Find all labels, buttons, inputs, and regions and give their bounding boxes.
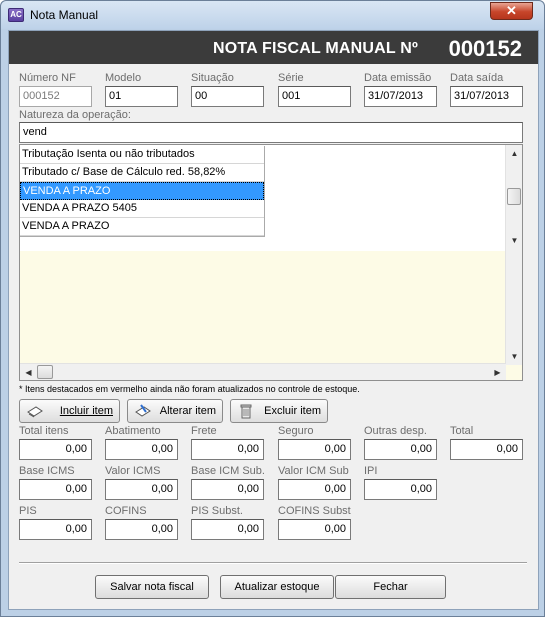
natureza-label: Natureza da operação: xyxy=(19,109,131,121)
scroll-right-icon[interactable]: ▶ xyxy=(489,364,506,381)
seguro-field[interactable]: 0,00 xyxy=(278,439,351,460)
vertical-scrollbar[interactable]: ▲ ▼ ▼ xyxy=(505,145,522,365)
frete-label: Frete xyxy=(191,425,217,437)
vertical-scroll-thumb[interactable] xyxy=(507,188,521,205)
serie-field[interactable]: 001 xyxy=(278,86,351,107)
data-saida-label: Data saída xyxy=(450,72,504,84)
pis-subst-field[interactable]: 0,00 xyxy=(191,519,264,540)
valor-icms-field[interactable]: 0,00 xyxy=(105,479,178,500)
autocomplete-item[interactable]: Tributado c/ Base de Cálculo red. 58,82% xyxy=(20,164,264,182)
autocomplete-item[interactable]: VENDA A PRAZO xyxy=(20,218,264,236)
window-title: Nota Manual xyxy=(30,8,99,22)
natureza-input[interactable]: vend xyxy=(19,122,523,143)
base-icm-sub-field[interactable]: 0,00 xyxy=(191,479,264,500)
excluir-item-label: Excluir item xyxy=(264,405,321,417)
total-field[interactable]: 0,00 xyxy=(450,439,523,460)
trash-icon xyxy=(240,404,252,419)
autocomplete-item-selected[interactable]: VENDA A PRAZO xyxy=(20,182,264,200)
scroll-down-icon[interactable]: ▼ xyxy=(506,348,523,365)
autocomplete-list[interactable]: Tributação Isenta ou não tributados Trib… xyxy=(20,146,265,237)
cofins-field[interactable]: 0,00 xyxy=(105,519,178,540)
edit-document-icon xyxy=(135,404,151,417)
header-band: NOTA FISCAL MANUAL Nº 000152 xyxy=(9,31,538,64)
items-grid[interactable]: Tributação Isenta ou não tributados Trib… xyxy=(19,144,523,381)
ipi-label: IPI xyxy=(364,465,378,477)
data-emissao-field[interactable]: 31/07/2013 xyxy=(364,86,437,107)
seguro-label: Seguro xyxy=(278,425,314,437)
frete-field[interactable]: 0,00 xyxy=(191,439,264,460)
horizontal-scrollbar[interactable]: ◀ ▶ xyxy=(20,363,506,380)
salvar-nota-fiscal-button[interactable]: Salvar nota fiscal xyxy=(95,575,209,599)
window: AC Nota Manual ✕ NOTA FISCAL MANUAL Nº 0… xyxy=(0,0,545,617)
close-button[interactable]: ✕ xyxy=(490,2,533,20)
autocomplete-item[interactable]: VENDA A PRAZO 5405 xyxy=(20,200,264,218)
pis-label: PIS xyxy=(19,505,37,517)
title-bar[interactable]: AC Nota Manual ✕ xyxy=(1,1,544,29)
modelo-label: Modelo xyxy=(105,72,142,84)
cofins-label: COFINS xyxy=(105,505,147,517)
stock-note: * Itens destacados em vermelho ainda não… xyxy=(19,384,360,394)
incluir-item-label: Incluir item xyxy=(59,405,113,417)
horizontal-scroll-thumb[interactable] xyxy=(37,365,53,379)
scroll-left-icon[interactable]: ◀ xyxy=(20,364,37,381)
incluir-item-button[interactable]: Incluir item xyxy=(19,399,120,423)
pis-field[interactable]: 0,00 xyxy=(19,519,92,540)
valor-icm-sub-field[interactable]: 0,00 xyxy=(278,479,351,500)
valor-icms-label: Valor ICMS xyxy=(105,465,161,477)
cofins-subst-field[interactable]: 0,00 xyxy=(278,519,351,540)
situacao-field[interactable]: 00 xyxy=(191,86,264,107)
footer-divider xyxy=(19,562,527,564)
autocomplete-item[interactable]: Tributação Isenta ou não tributados xyxy=(20,146,264,164)
outras-desp-label: Outras desp. xyxy=(364,425,427,437)
base-icms-label: Base ICMS xyxy=(19,465,75,477)
serie-label: Série xyxy=(278,72,304,84)
total-itens-field[interactable]: 0,00 xyxy=(19,439,92,460)
cofins-subst-label: COFINS Subst xyxy=(278,505,351,517)
base-icms-field[interactable]: 0,00 xyxy=(19,479,92,500)
window-client: NOTA FISCAL MANUAL Nº 000152 Número NF 0… xyxy=(8,30,539,610)
total-label: Total xyxy=(450,425,474,437)
data-saida-field[interactable]: 31/07/2013 xyxy=(450,86,523,107)
scroll-up-icon[interactable]: ▲ xyxy=(506,145,523,162)
numero-nf-field[interactable]: 000152 xyxy=(19,86,92,107)
alterar-item-label: Alterar item xyxy=(159,405,216,417)
outras-desp-field[interactable]: 0,00 xyxy=(364,439,437,460)
total-itens-label: Total itens xyxy=(19,425,69,437)
list-scroll-down-icon[interactable]: ▼ xyxy=(506,232,523,249)
numero-nf-label: Número NF xyxy=(19,72,76,84)
situacao-label: Situação xyxy=(191,72,234,84)
add-document-icon xyxy=(27,406,43,418)
app-icon: AC xyxy=(8,8,24,22)
modelo-field[interactable]: 01 xyxy=(105,86,178,107)
atualizar-estoque-button[interactable]: Atualizar estoque xyxy=(220,575,334,599)
base-icm-sub-label: Base ICM Sub. xyxy=(191,465,265,477)
header-title: NOTA FISCAL MANUAL Nº xyxy=(213,40,418,57)
header-number: 000152 xyxy=(448,36,522,61)
abatimento-label: Abatimento xyxy=(105,425,161,437)
valor-icm-sub-label: Valor ICM Sub xyxy=(278,465,349,477)
alterar-item-button[interactable]: Alterar item xyxy=(127,399,223,423)
abatimento-field[interactable]: 0,00 xyxy=(105,439,178,460)
pis-subst-label: PIS Subst. xyxy=(191,505,243,517)
excluir-item-button[interactable]: Excluir item xyxy=(230,399,328,423)
ipi-field[interactable]: 0,00 xyxy=(364,479,437,500)
data-emissao-label: Data emissão xyxy=(364,72,432,84)
fechar-button[interactable]: Fechar xyxy=(335,575,446,599)
